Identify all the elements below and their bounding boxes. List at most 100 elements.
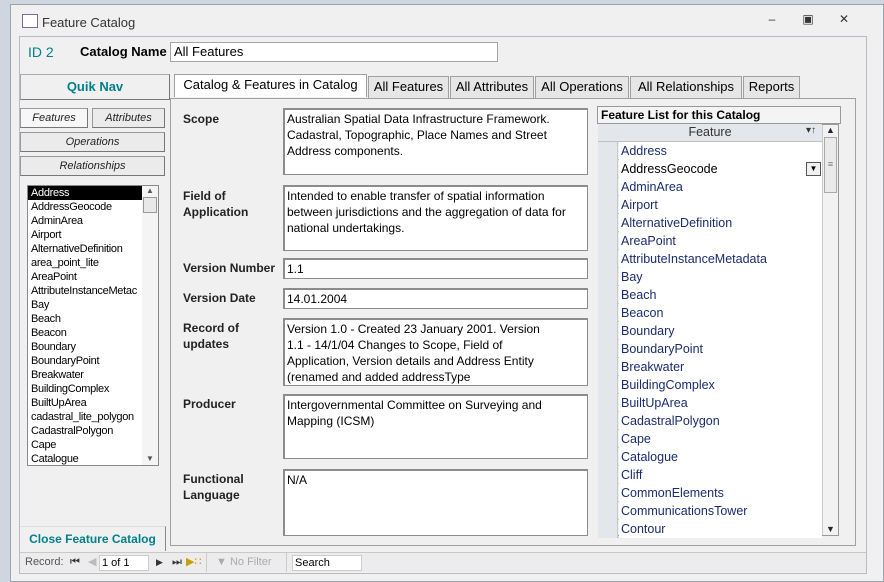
row-selector[interactable] bbox=[598, 394, 618, 412]
feature-cell[interactable]: Cape bbox=[619, 430, 822, 448]
feature-row[interactable]: Cliff bbox=[598, 466, 822, 484]
feature-cell[interactable]: Cliff bbox=[619, 466, 822, 484]
row-selector[interactable] bbox=[598, 502, 618, 520]
previous-record-icon[interactable]: ◀ bbox=[88, 553, 96, 572]
tab-all-features[interactable]: All Features bbox=[368, 76, 449, 98]
row-selector[interactable] bbox=[598, 484, 618, 502]
feature-row[interactable]: BuiltUpArea bbox=[598, 394, 822, 412]
list-item[interactable]: Bay bbox=[28, 298, 142, 312]
scroll-thumb[interactable]: ≡ bbox=[824, 137, 837, 193]
row-selector[interactable] bbox=[598, 466, 618, 484]
feature-cell[interactable]: BuildingComplex bbox=[619, 376, 822, 394]
close-feature-catalog-button[interactable]: Close Feature Catalog bbox=[20, 526, 166, 551]
row-selector[interactable] bbox=[598, 178, 618, 196]
feature-cell[interactable]: Beach bbox=[619, 286, 822, 304]
list-item[interactable]: AdminArea bbox=[28, 214, 142, 228]
feature-row[interactable]: Boundary bbox=[598, 322, 822, 340]
feature-cell[interactable]: Bay bbox=[619, 268, 822, 286]
search-input[interactable]: Search bbox=[292, 555, 362, 571]
feature-row[interactable]: CadastralPolygon bbox=[598, 412, 822, 430]
feature-cell[interactable]: CadastralPolygon bbox=[619, 412, 822, 430]
row-selector[interactable] bbox=[598, 142, 618, 160]
feature-row[interactable]: Beach bbox=[598, 286, 822, 304]
row-selector[interactable] bbox=[598, 430, 618, 448]
sort-ascending-icon[interactable]: ▾↑ bbox=[806, 125, 816, 136]
last-record-icon[interactable]: ⏭ bbox=[172, 553, 182, 572]
list-item[interactable]: Cape bbox=[28, 438, 142, 452]
feature-row[interactable]: AddressGeocode ▼ bbox=[598, 160, 822, 178]
feature-cell[interactable]: Boundary bbox=[619, 322, 822, 340]
feature-row[interactable]: Bay bbox=[598, 268, 822, 286]
feature-cell[interactable]: Contour bbox=[619, 520, 822, 538]
next-record-icon[interactable]: ▶ bbox=[156, 553, 163, 572]
list-item[interactable]: area_point_lite bbox=[28, 256, 142, 270]
scroll-thumb[interactable] bbox=[143, 197, 157, 213]
feature-cell[interactable]: AttributeInstanceMetadata bbox=[619, 250, 822, 268]
feature-row[interactable]: BuildingComplex bbox=[598, 376, 822, 394]
row-selector[interactable] bbox=[598, 340, 618, 358]
feature-row[interactable]: CommonElements bbox=[598, 484, 822, 502]
first-record-icon[interactable]: ⏮ bbox=[70, 553, 80, 572]
listbox-scrollbar[interactable]: ▲ ▼ bbox=[142, 186, 158, 465]
list-item[interactable]: cadastral_lite_polygon bbox=[28, 410, 142, 424]
feature-row[interactable]: Beacon bbox=[598, 304, 822, 322]
attributes-nav-button[interactable]: Attributes bbox=[92, 108, 165, 128]
feature-cell[interactable]: Address bbox=[619, 142, 822, 160]
field-of-application-field[interactable]: Intended to enable transfer of spatial i… bbox=[283, 185, 588, 251]
restore-icon[interactable]: ▣ bbox=[796, 12, 820, 30]
operations-nav-button[interactable]: Operations bbox=[20, 132, 165, 152]
row-selector[interactable] bbox=[598, 448, 618, 466]
feature-row[interactable]: AreaPoint bbox=[598, 232, 822, 250]
tab-reports[interactable]: Reports bbox=[743, 76, 800, 98]
row-selector[interactable] bbox=[598, 286, 618, 304]
feature-row[interactable]: Breakwater bbox=[598, 358, 822, 376]
feature-row[interactable]: BoundaryPoint bbox=[598, 340, 822, 358]
row-selector[interactable] bbox=[598, 520, 618, 538]
new-record-icon[interactable]: ▶∷ bbox=[186, 553, 201, 572]
list-item[interactable]: AddressGeocode bbox=[28, 200, 142, 214]
list-item[interactable]: AreaPoint bbox=[28, 270, 142, 284]
version-number-field[interactable]: 1.1 bbox=[283, 258, 588, 279]
record-of-updates-field[interactable]: Version 1.0 - Created 23 January 2001. V… bbox=[283, 318, 588, 386]
feature-row[interactable]: Catalogue bbox=[598, 448, 822, 466]
feature-cell[interactable]: Breakwater bbox=[619, 358, 822, 376]
feature-listbox[interactable]: Address AddressGeocode AdminArea Airport Alt… bbox=[27, 185, 159, 466]
list-item[interactable]: Breakwater bbox=[28, 368, 142, 382]
record-position-input[interactable]: 1 of 1 bbox=[99, 555, 149, 571]
row-selector[interactable] bbox=[598, 376, 618, 394]
list-item[interactable]: BuildingComplex bbox=[28, 382, 142, 396]
row-selector[interactable] bbox=[598, 358, 618, 376]
relationships-nav-button[interactable]: Relationships bbox=[20, 156, 165, 176]
list-item[interactable]: AlternativeDefinition bbox=[28, 242, 142, 256]
feature-row[interactable]: CommunicationsTower bbox=[598, 502, 822, 520]
feature-cell[interactable]: CommonElements bbox=[619, 484, 822, 502]
list-item[interactable]: Beach bbox=[28, 312, 142, 326]
row-selector[interactable] bbox=[598, 196, 618, 214]
row-selector[interactable] bbox=[598, 232, 618, 250]
feature-cell[interactable]: Catalogue bbox=[619, 448, 822, 466]
no-filter-button[interactable]: ▼ No Filter bbox=[216, 553, 272, 572]
feature-row[interactable]: AlternativeDefinition bbox=[598, 214, 822, 232]
row-selector[interactable] bbox=[598, 250, 618, 268]
feature-row[interactable]: Cape bbox=[598, 430, 822, 448]
feature-cell[interactable]: Airport bbox=[619, 196, 822, 214]
list-item[interactable]: BoundaryPoint bbox=[28, 354, 142, 368]
row-selector[interactable] bbox=[598, 412, 618, 430]
row-selector[interactable] bbox=[598, 160, 618, 178]
list-item[interactable]: Catalogue bbox=[28, 452, 142, 465]
list-item[interactable]: Airport bbox=[28, 228, 142, 242]
datasheet-scrollbar[interactable]: ▲ ≡ ▼ bbox=[822, 125, 838, 535]
feature-cell[interactable]: AdminArea bbox=[619, 178, 822, 196]
version-date-field[interactable]: 14.01.2004 bbox=[283, 288, 588, 309]
tab-all-relationships[interactable]: All Relationships bbox=[630, 76, 742, 98]
row-selector[interactable] bbox=[598, 304, 618, 322]
feature-row[interactable]: Contour bbox=[598, 520, 822, 538]
dropdown-arrow-icon[interactable]: ▼ bbox=[806, 162, 821, 176]
functional-language-field[interactable]: N/A bbox=[283, 469, 588, 536]
list-item[interactable]: AttributeInstanceMetac bbox=[28, 284, 142, 298]
quik-nav-button[interactable]: Quik Nav bbox=[20, 74, 170, 100]
feature-cell[interactable]: AlternativeDefinition bbox=[619, 214, 822, 232]
list-item[interactable]: CadastralPolygon bbox=[28, 424, 142, 438]
feature-cell[interactable]: BoundaryPoint bbox=[619, 340, 822, 358]
list-item[interactable]: Beacon bbox=[28, 326, 142, 340]
